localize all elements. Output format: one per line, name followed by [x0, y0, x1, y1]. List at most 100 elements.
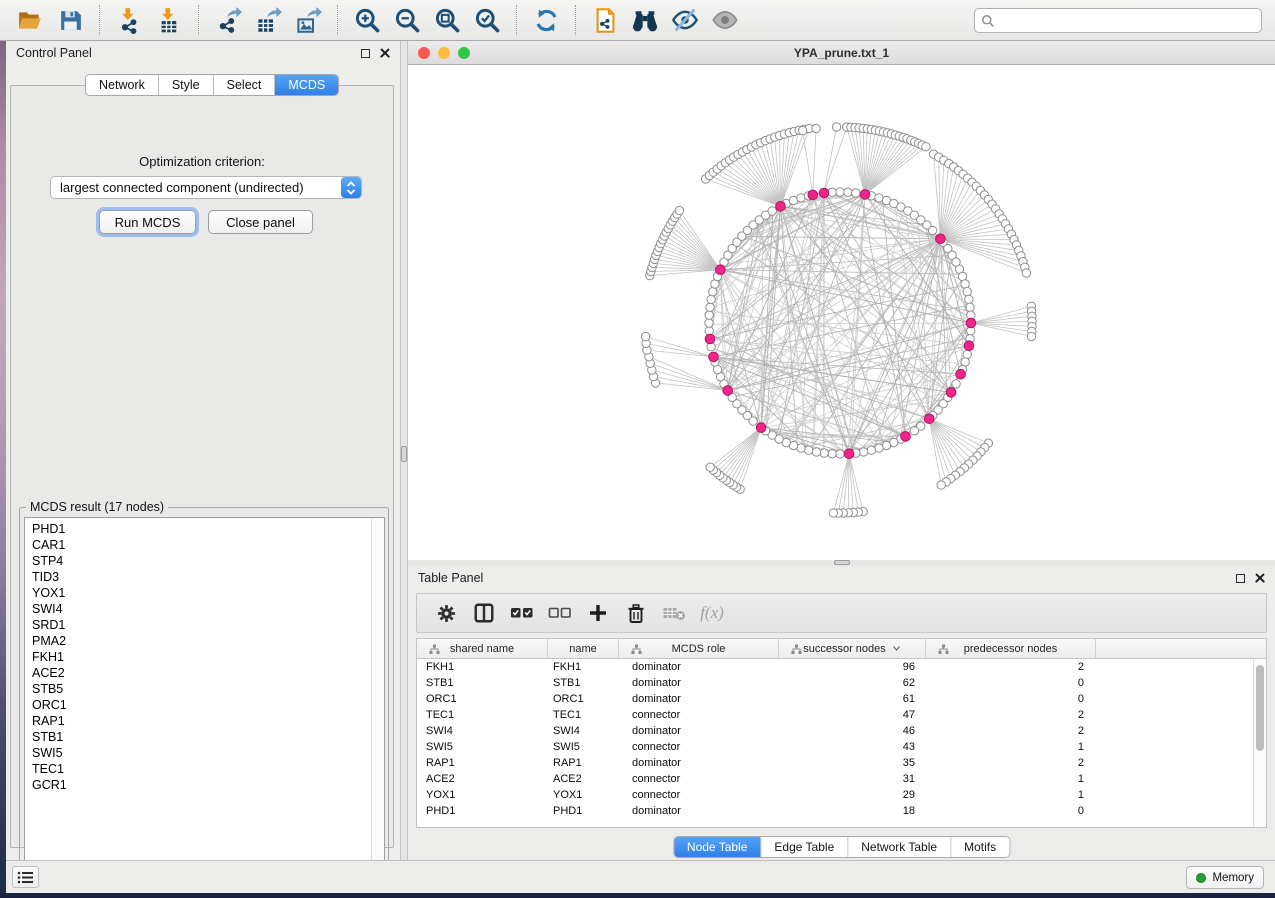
network-node[interactable]	[804, 446, 812, 454]
mcds-result-item[interactable]: ORC1	[32, 697, 371, 713]
import-network-button[interactable]	[114, 5, 144, 35]
open-file-button[interactable]	[15, 5, 45, 35]
table-row[interactable]: TEC1TEC1connector472	[417, 707, 1266, 723]
select-all-columns-button[interactable]	[507, 599, 537, 627]
mcds-result-item[interactable]: STB1	[32, 729, 371, 745]
network-node[interactable]	[852, 189, 860, 197]
tab-motifs[interactable]: Motifs	[951, 837, 1009, 857]
mcds-hub-node[interactable]	[956, 369, 966, 379]
open-session-document-button[interactable]	[590, 5, 620, 35]
network-node[interactable]	[966, 303, 974, 311]
splitter-handle[interactable]	[401, 446, 407, 462]
column-header-mcds-role[interactable]: MCDS role	[619, 639, 779, 658]
import-table-button[interactable]	[154, 5, 184, 35]
network-node[interactable]	[961, 280, 969, 288]
mcds-result-item[interactable]: YOX1	[32, 585, 371, 601]
mcds-hub-node[interactable]	[964, 341, 974, 351]
network-node[interactable]	[820, 449, 828, 457]
maximize-window-icon[interactable]	[458, 47, 470, 59]
tab-network-table[interactable]: Network Table	[848, 837, 951, 857]
float-window-icon[interactable]	[361, 49, 370, 58]
mcds-result-item[interactable]: CAR1	[32, 537, 371, 553]
mcds-result-item[interactable]: SWI4	[32, 601, 371, 617]
mcds-result-list[interactable]: PHD1CAR1STP4TID3YOX1SWI4SRD1PMA2FKH1ACE2…	[25, 518, 371, 872]
mcds-hub-node[interactable]	[819, 188, 829, 198]
mcds-hub-node[interactable]	[844, 449, 854, 459]
mcds-result-item[interactable]: PHD1	[32, 521, 371, 537]
export-network-button[interactable]	[213, 5, 243, 35]
search-input[interactable]	[1000, 14, 1255, 28]
mcds-result-item[interactable]: TID3	[32, 569, 371, 585]
mcds-hub-node[interactable]	[709, 352, 719, 362]
show-graphics-details-button[interactable]	[710, 5, 740, 35]
float-window-icon[interactable]	[1236, 574, 1245, 583]
network-node[interactable]	[922, 143, 930, 151]
vertical-splitter[interactable]	[400, 41, 408, 860]
network-node[interactable]	[963, 350, 971, 358]
mcds-result-item[interactable]: STP4	[32, 553, 371, 569]
network-node[interactable]	[1022, 269, 1030, 277]
network-node[interactable]	[952, 380, 960, 388]
table-row[interactable]: YOX1YOX1connector291	[417, 787, 1266, 803]
network-node[interactable]	[812, 124, 820, 132]
mcds-hub-node[interactable]	[723, 386, 733, 396]
network-node[interactable]	[1027, 332, 1035, 340]
network-canvas[interactable]	[408, 65, 1275, 560]
network-node[interactable]	[709, 287, 717, 295]
network-node[interactable]	[836, 188, 844, 196]
unselect-all-columns-button[interactable]	[545, 599, 575, 627]
tab-style[interactable]: Style	[159, 75, 214, 95]
mcds-result-item[interactable]: GCR1	[32, 777, 371, 793]
table-row[interactable]: ACE2ACE2connector311	[417, 771, 1266, 787]
close-panel-icon[interactable]	[380, 48, 390, 58]
create-column-button[interactable]	[583, 599, 613, 627]
task-history-button[interactable]	[12, 866, 39, 888]
mcds-result-item[interactable]: SWI5	[32, 745, 371, 761]
network-node[interactable]	[832, 123, 840, 131]
column-header-shared-name[interactable]: shared name	[417, 639, 548, 658]
export-image-button[interactable]	[293, 5, 323, 35]
search-field[interactable]	[974, 8, 1262, 33]
mcds-hub-node[interactable]	[946, 388, 956, 398]
mcds-result-item[interactable]: STB5	[32, 681, 371, 697]
tab-node-table[interactable]: Node Table	[674, 837, 762, 857]
mcds-hub-node[interactable]	[901, 432, 911, 442]
table-settings-button[interactable]	[431, 599, 461, 627]
table-row[interactable]: SWI4SWI4dominator462	[417, 723, 1266, 739]
network-node[interactable]	[859, 448, 867, 456]
mcds-hub-node[interactable]	[860, 190, 870, 200]
tab-network[interactable]: Network	[86, 75, 159, 95]
network-node[interactable]	[937, 481, 945, 489]
mcds-result-item[interactable]: TEC1	[32, 761, 371, 777]
network-node[interactable]	[675, 206, 683, 214]
network-node[interactable]	[836, 450, 844, 458]
mcds-result-item[interactable]: FKH1	[32, 649, 371, 665]
zoom-fit-button[interactable]	[432, 5, 462, 35]
network-node[interactable]	[875, 444, 883, 452]
optimization-criterion-select[interactable]: largest connected component (undirected)	[50, 176, 362, 199]
apply-layout-button[interactable]	[531, 5, 561, 35]
mcds-hub-node[interactable]	[966, 318, 976, 328]
network-node[interactable]	[963, 287, 971, 295]
function-builder-button[interactable]: f(x)	[697, 599, 727, 627]
network-window-titlebar[interactable]: YPA_prune.txt_1	[408, 41, 1275, 65]
network-node[interactable]	[867, 446, 875, 454]
table-row[interactable]: PHD1PHD1dominator180	[417, 803, 1266, 819]
zoom-selected-button[interactable]	[472, 5, 502, 35]
network-graph[interactable]	[408, 65, 1275, 560]
network-node[interactable]	[706, 463, 714, 471]
table-scrollbar[interactable]	[1253, 659, 1266, 827]
network-node[interactable]	[798, 126, 806, 134]
search-window-button[interactable]	[630, 5, 660, 35]
tab-mcds[interactable]: MCDS	[275, 75, 338, 95]
show-column-panel-button[interactable]	[469, 599, 499, 627]
network-node[interactable]	[965, 295, 973, 303]
run-mcds-button[interactable]: Run MCDS	[99, 210, 196, 234]
mcds-hub-node[interactable]	[716, 265, 726, 275]
column-header-successor-nodes[interactable]: successor nodes	[779, 639, 926, 658]
network-node[interactable]	[829, 509, 837, 517]
mcds-hub-node[interactable]	[925, 414, 935, 424]
mcds-hub-node[interactable]	[756, 423, 766, 433]
export-table-button[interactable]	[253, 5, 283, 35]
close-panel-icon[interactable]	[1255, 573, 1265, 583]
